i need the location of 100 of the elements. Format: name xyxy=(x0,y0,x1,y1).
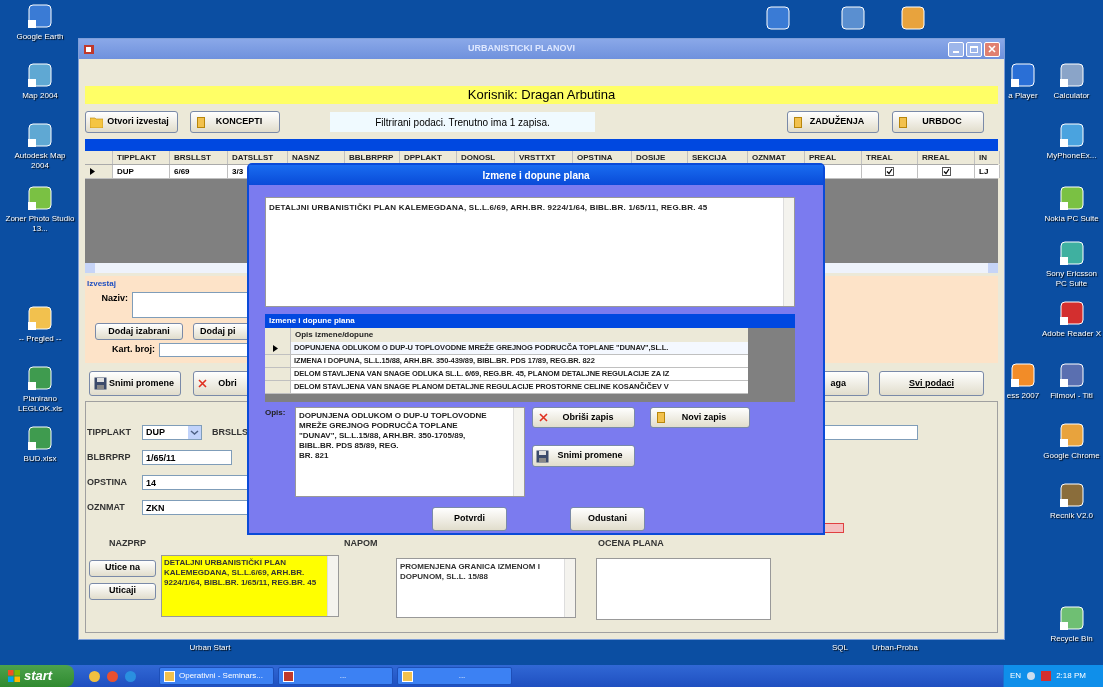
field-label: BRSLLS xyxy=(212,425,248,439)
add-button[interactable]: Dodaj izabrani xyxy=(95,323,183,340)
taskbar-button[interactable]: ... xyxy=(278,667,393,685)
close-icon xyxy=(988,45,996,53)
affected-button[interactable]: Uticaji xyxy=(89,582,156,600)
shortcut-icon[interactable] xyxy=(1058,62,1085,88)
shortcut-icon[interactable] xyxy=(1058,240,1085,266)
text-area[interactable] xyxy=(596,557,771,620)
delete-record-button[interactable]: Obriši zapis xyxy=(532,407,635,428)
start-button[interactable]: start xyxy=(0,665,74,687)
shortcut-icon[interactable] xyxy=(27,122,53,148)
field-label: BLBRPRP xyxy=(87,450,132,464)
column-header[interactable]: RREAL xyxy=(918,151,975,164)
new-record-button[interactable]: Novi zapis xyxy=(650,407,750,428)
icon-label: Urban-Proba xyxy=(872,643,918,653)
shortcut-icon[interactable] xyxy=(900,5,926,31)
icon-label: Google Earth xyxy=(16,32,64,42)
column-header[interactable]: Opis izmene/dopune xyxy=(291,328,374,342)
shortcut-icon[interactable] xyxy=(765,5,791,31)
user-name: Korisnik: Dragan Arbutina xyxy=(467,86,616,105)
floppy-icon xyxy=(536,449,549,463)
shortcut-icon[interactable] xyxy=(1010,362,1036,388)
icon-label: Google Chrome xyxy=(1043,451,1100,461)
icon-label: BUD.xlsx xyxy=(23,454,57,464)
minimize-icon xyxy=(953,50,959,53)
text-area[interactable]: DETALJNI URBANISTIČKI PLAN KALEMEGDANA, SL.L.6/69, ARH.BR. 9224/1/64, BIBL.BR. 1/65/11, REG.BR. 45 xyxy=(265,197,795,307)
input-field[interactable]: 1/65/11 xyxy=(142,450,232,465)
field-label: Kart. broj: xyxy=(111,343,156,357)
icon-label: MyPhoneEx... xyxy=(1046,151,1097,161)
scrollbar[interactable] xyxy=(513,408,524,496)
shortcut-icon[interactable] xyxy=(1058,362,1085,388)
toolbar-button[interactable]: ZADUŽENJA xyxy=(787,111,879,133)
shortcut-icon[interactable] xyxy=(1010,62,1036,88)
maximize-icon xyxy=(970,45,978,53)
table-cell: LJ xyxy=(975,165,1000,178)
checkbox[interactable] xyxy=(885,167,894,176)
quick-launch-icon[interactable] xyxy=(88,669,101,683)
shortcut-icon[interactable] xyxy=(27,305,53,331)
column-header[interactable]: TIPPLAKT xyxy=(113,151,170,164)
dropdown[interactable]: DUP xyxy=(142,425,202,440)
text-area[interactable]: PROMENJENA GRANICA IZMENOM I DOPUNOM, SL.L. 15/88 xyxy=(396,557,576,618)
x-mark-icon xyxy=(539,413,548,422)
shortcut-icon[interactable] xyxy=(1058,185,1085,211)
note-icon xyxy=(899,116,907,128)
icon-label: Recnik V2.0 xyxy=(1049,511,1094,521)
windows-logo-icon xyxy=(8,670,20,682)
icon-label: Recycle Bin xyxy=(1050,634,1093,644)
icon-label: Autodesk Map 2004 xyxy=(13,151,67,171)
toolbar-button[interactable]: KONCEPTI xyxy=(190,111,280,133)
column-header[interactable]: IN xyxy=(975,151,1000,164)
affects-button[interactable]: Utice na xyxy=(89,559,156,577)
close-button[interactable] xyxy=(984,41,1000,57)
confirm-button[interactable]: Potvrdi xyxy=(432,507,507,531)
icon-label: Planirano LEGLOK.xls xyxy=(17,394,63,414)
cancel-button[interactable]: Odustani xyxy=(570,507,645,531)
field-label: NAZPRP xyxy=(109,537,147,550)
shortcut-icon[interactable] xyxy=(27,3,53,29)
shortcut-icon[interactable] xyxy=(27,62,53,88)
text-area[interactable]: DOPUNJENA ODLUKOM O DUP-U TOPLOVODNE MREŽE GREJNOG PODRUCČA TOPLANE "DUNAV", SL.L.15/88, ARH.BR. 350-1705/89, BIBL.BR. PDS 85/89, REG. BR. 821 xyxy=(295,407,525,497)
checkbox[interactable] xyxy=(941,167,951,176)
show-all-button[interactable]: Svi podaci xyxy=(879,371,984,396)
icon-label: Nokia PC Suite xyxy=(1044,214,1099,224)
shortcut-icon[interactable] xyxy=(27,425,53,451)
shortcut-icon[interactable] xyxy=(1058,482,1085,508)
note-icon xyxy=(197,116,205,128)
dialog-title: Izmene i dopune plana xyxy=(482,168,590,183)
text-area[interactable]: DETALJNI URBANISTIČKI PLAN KALEMEGDANA, SL.L.6/69, ARH.BR. 9224/1/64, BIBL.BR. 1/65/11, REG.BR. 45 xyxy=(161,554,339,617)
scrollbar[interactable] xyxy=(783,198,794,306)
field-label: TIPPLAKT xyxy=(87,425,132,439)
row-header[interactable] xyxy=(265,342,291,354)
column-header[interactable]: BRSLLST xyxy=(170,151,228,164)
row-pointer-icon xyxy=(90,168,95,175)
taskbar-button[interactable]: ... xyxy=(397,667,512,685)
window-title: URBANISTICKI PLANOVI xyxy=(467,42,576,56)
cut-off-button[interactable] xyxy=(824,522,844,533)
note-icon xyxy=(794,116,802,128)
open-report-button[interactable]: Otvori izvestaj xyxy=(85,111,178,133)
toolbar-button[interactable]: URBDOC xyxy=(892,111,984,133)
icon-label: ess 2007 xyxy=(1006,391,1040,401)
shortcut-icon[interactable] xyxy=(1058,122,1085,148)
save-button[interactable]: Snimi promene xyxy=(532,445,635,467)
shortcut-icon[interactable] xyxy=(27,185,53,211)
shortcut-icon[interactable] xyxy=(27,365,53,391)
field-label: OCENA PLANA xyxy=(598,537,664,550)
shortcut-icon[interactable] xyxy=(1058,605,1085,631)
field-label: Naziv: xyxy=(100,292,129,305)
window-icon xyxy=(164,670,175,682)
shortcut-icon[interactable] xyxy=(840,5,866,31)
floppy-icon xyxy=(94,377,107,390)
shortcut-icon[interactable] xyxy=(1058,422,1085,448)
scrollbar[interactable] xyxy=(327,555,338,616)
column-header[interactable]: TREAL xyxy=(862,151,918,164)
field-label: NAPOM xyxy=(344,537,379,550)
x-mark-icon xyxy=(198,379,207,388)
scrollbar[interactable] xyxy=(564,558,575,617)
taskbar-button[interactable]: Operativni - Seminars... xyxy=(159,667,274,685)
icon-label: Adobe Reader X xyxy=(1041,329,1102,339)
window-icon xyxy=(283,670,294,682)
save-button[interactable]: Snimi promene xyxy=(89,371,181,396)
shortcut-icon[interactable] xyxy=(1058,300,1085,326)
